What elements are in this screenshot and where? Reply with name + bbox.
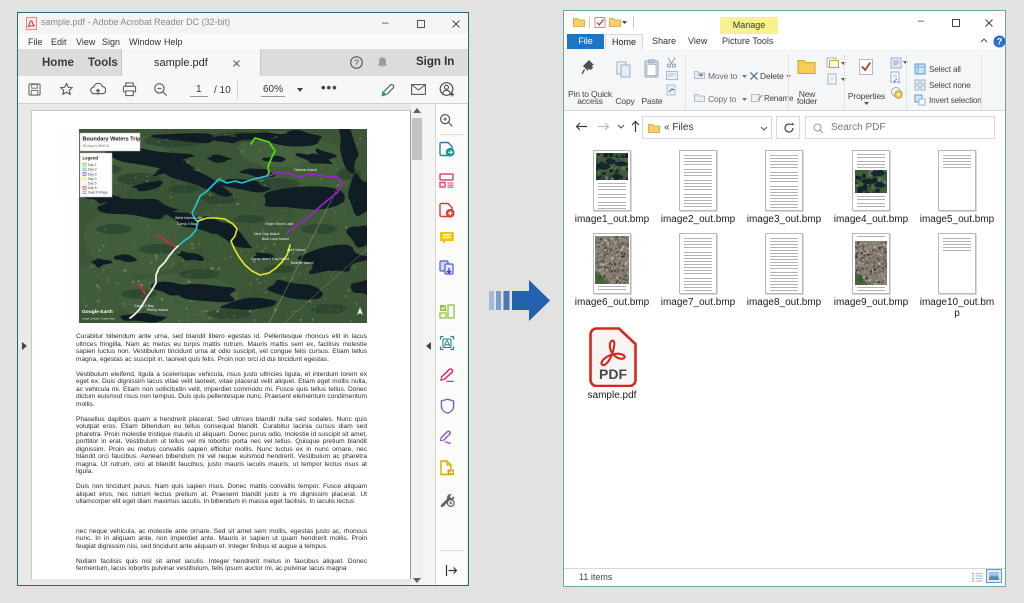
svg-text:Next Day Island: Next Day Island: [254, 232, 279, 236]
svg-text:36 days in BWCA: 36 days in BWCA: [83, 144, 110, 148]
svg-text:Havens Island: Havens Island: [294, 168, 317, 172]
svg-text:PDF: PDF: [599, 366, 627, 382]
svg-text:Boundary Waters Trip: Boundary Waters Trip: [83, 137, 141, 143]
svg-text:Day 6: Day 6: [88, 186, 97, 190]
svg-text:?: ?: [997, 37, 1003, 47]
svg-text:Bearfer Island: Bearfer Island: [291, 261, 313, 265]
svg-text:Gear Portage: Gear Portage: [88, 191, 108, 195]
svg-text:Plenty Island: Plenty Island: [147, 308, 168, 312]
svg-text:Legend: Legend: [83, 156, 99, 161]
svg-text:?: ?: [354, 57, 359, 67]
svg-text:Day 5: Day 5: [88, 182, 97, 186]
svg-text:Camp 4 Bay: Camp 4 Bay: [177, 222, 197, 226]
svg-text:Best Loon Island: Best Loon Island: [262, 237, 289, 241]
svg-text:Virgin Shore Lake: Virgin Shore Lake: [265, 222, 294, 226]
svg-text:Day 2: Day 2: [88, 168, 97, 172]
svg-text:Day 3: Day 3: [88, 172, 97, 176]
svg-text:Day 1: Day 1: [88, 163, 97, 167]
svg-text:West Island Lake: West Island Lake: [175, 216, 203, 220]
svg-text:Image Landsat / Copernicus: Image Landsat / Copernicus: [82, 317, 115, 321]
svg-text:Camp Island Bay Island: Camp Island Bay Island: [251, 257, 289, 261]
svg-text:Google Earth: Google Earth: [82, 309, 113, 315]
svg-text:Day 4: Day 4: [88, 177, 97, 181]
svg-text:April Island: April Island: [287, 248, 305, 252]
